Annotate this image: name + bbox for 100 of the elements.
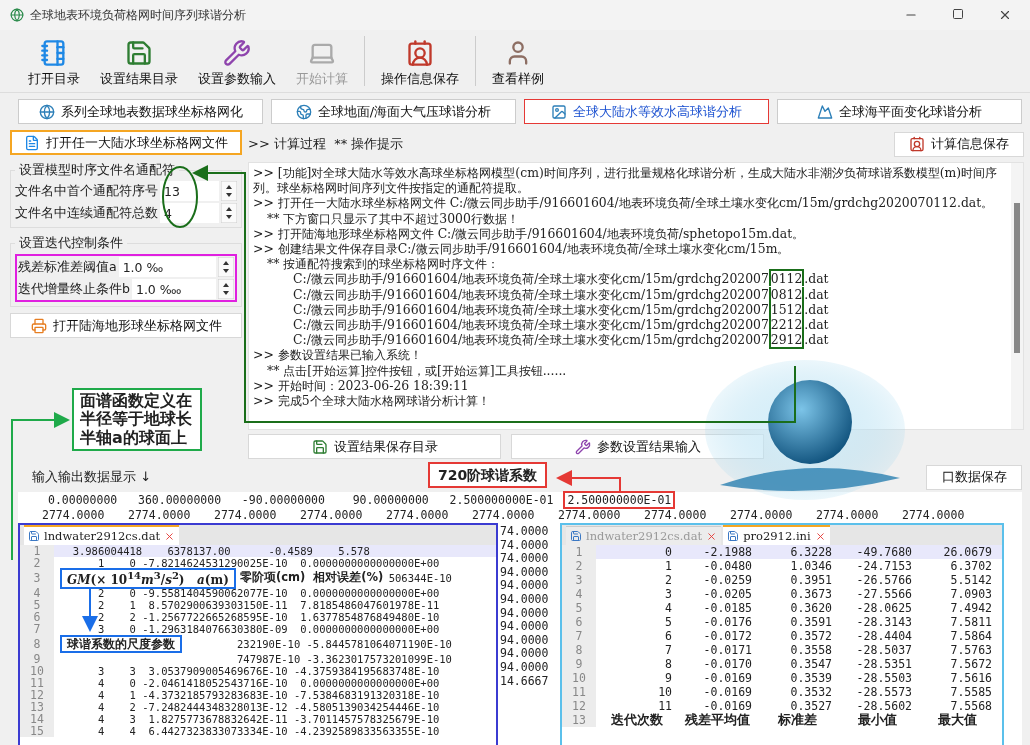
table-cell-text: 2 bbox=[664, 573, 673, 587]
id-card-icon bbox=[406, 39, 434, 67]
spin-button[interactable] bbox=[221, 203, 237, 223]
spin-button[interactable] bbox=[221, 181, 237, 201]
group-title: 设置迭代控制条件 bbox=[18, 234, 124, 252]
code-line: 4 3 1.8275773678832642E-11 -3.7011457578325679E-10 bbox=[96, 713, 440, 725]
log-line: >> 完成5个全球大陆水格网球谐分析计算！ bbox=[253, 393, 491, 409]
scrollbar[interactable] bbox=[1011, 163, 1023, 429]
spin-field[interactable]: 1.0 ‰ bbox=[118, 257, 216, 277]
toolbar-button[interactable]: 设置参数输入 bbox=[190, 32, 284, 90]
notebook-icon bbox=[40, 39, 68, 67]
spin-button[interactable] bbox=[218, 279, 234, 299]
panel-button[interactable]: 设置结果保存目录 bbox=[248, 434, 501, 459]
line-number: 1 bbox=[562, 545, 596, 559]
code-line: 4 1 -4.3732185793283683E-10 -7.5384683191320318E-10 bbox=[96, 689, 440, 701]
table-cell-text: -0.0170 bbox=[702, 657, 753, 671]
code-line: 2 0 -9.5581404590062077E-10 0.0000000000000000E+00 bbox=[96, 587, 440, 599]
code-line: 747987E-10 -3.3623017573201099E-10 bbox=[237, 653, 452, 665]
printer-icon bbox=[30, 317, 47, 334]
earth-icon bbox=[295, 103, 312, 120]
table-cell-text: -0.0169 bbox=[702, 699, 753, 713]
data-value: 2774.0000 bbox=[472, 508, 536, 523]
table-cell-text: -2.1988 bbox=[702, 545, 753, 559]
table-cell-text: 0.3532 bbox=[789, 685, 833, 699]
line-number: 10 bbox=[562, 671, 596, 685]
line-number: 9 bbox=[20, 653, 54, 665]
spin-button[interactable] bbox=[218, 257, 234, 277]
line-number: 15 bbox=[20, 725, 54, 737]
close-icon[interactable] bbox=[164, 530, 176, 542]
line-number: 12 bbox=[20, 689, 54, 701]
line-number: 9 bbox=[562, 657, 596, 671]
table-cell-text: 7.5763 bbox=[949, 643, 993, 657]
toolbar-button[interactable]: 查看样例 bbox=[484, 32, 552, 90]
data-value: 74.0000 bbox=[500, 538, 550, 553]
line-number: 7 bbox=[562, 629, 596, 643]
log-line: >> 参数设置结果已输入系统！ bbox=[253, 347, 423, 363]
annotation-label: 零阶项(cm) 相对误差(%) bbox=[239, 572, 384, 584]
data-value: 2774.0000 bbox=[644, 508, 708, 523]
table-cell-text: 0.3547 bbox=[789, 657, 833, 671]
table-cell-text: 0.3591 bbox=[789, 615, 833, 629]
table-cell-text: -28.5573 bbox=[855, 685, 913, 699]
table-cell-text: 1.0346 bbox=[789, 559, 833, 573]
table-cell-text: 7.0903 bbox=[949, 587, 993, 601]
data-value: 2774.0000 bbox=[300, 508, 364, 523]
line-number: 8 bbox=[20, 635, 54, 653]
data-value: 2774.0000 bbox=[730, 508, 794, 523]
annotation-label: 球谐系数的尺度参数 bbox=[60, 635, 182, 653]
log-line: C:/微云同步助手/916601604/地表环境负荷/全球土壤水变化cm/15m/grdchg202007 0812 .dat bbox=[292, 286, 830, 302]
log-heading: >> 计算过程 ** 操作提示 bbox=[248, 135, 404, 153]
data-value: 94.0000 bbox=[500, 606, 550, 621]
line-number: 7 bbox=[20, 623, 54, 635]
column-caption: 标准差 bbox=[776, 711, 818, 729]
close-icon[interactable] bbox=[998, 8, 1012, 22]
save-log-button[interactable]: 计算信息保存 bbox=[894, 131, 1024, 157]
annotation-label: GM(× 10$^{14}$m$^{3}$/s$^{2}$) a(m) bbox=[60, 567, 236, 589]
close-icon[interactable] bbox=[814, 530, 826, 542]
table-cell-text: 5 bbox=[664, 615, 673, 629]
editor-tab[interactable]: lndwater2912cs.dat bbox=[24, 525, 180, 545]
table-cell-text: -28.5037 bbox=[855, 643, 913, 657]
mountain-icon bbox=[817, 103, 833, 120]
line-number: 6 bbox=[20, 611, 54, 623]
data-value: 94.0000 bbox=[500, 660, 550, 675]
tab[interactable]: 系列全球地表数据球坐标格网化 bbox=[18, 99, 263, 124]
table-cell-text: 7.5672 bbox=[949, 657, 993, 671]
table-cell-text: -24.7153 bbox=[855, 559, 913, 573]
table-cell-text: 7.5585 bbox=[949, 685, 993, 699]
data-value: 2774.0000 bbox=[816, 508, 880, 523]
table-cell-text: 0.3572 bbox=[789, 629, 833, 643]
save-data-button[interactable]: 口数据保存 bbox=[926, 464, 1022, 490]
line-number: 8 bbox=[562, 643, 596, 657]
spin-field[interactable]: 1.0 ‱ bbox=[131, 279, 216, 299]
tab[interactable]: 全球地面/海面大气压球谐分析 bbox=[271, 99, 516, 124]
table-cell-text: -0.0171 bbox=[702, 643, 753, 657]
table-cell-text: -0.0205 bbox=[702, 587, 753, 601]
line-number: 11 bbox=[20, 677, 54, 689]
open-file-button[interactable]: 打开任一大陆水球坐标格网文件 bbox=[10, 130, 242, 155]
toolbar-button[interactable]: 打开目录 bbox=[20, 32, 88, 90]
toolbar-button[interactable]: 设置结果目录 bbox=[92, 32, 186, 90]
maximize-icon[interactable] bbox=[952, 8, 964, 20]
line-number: 6 bbox=[562, 615, 596, 629]
column-caption: 迭代次数 bbox=[610, 711, 664, 729]
boxed-value: 2.500000000E-01 bbox=[563, 491, 676, 509]
field-label: 迭代增量终止条件b bbox=[18, 280, 130, 298]
data-value: 94.0000 bbox=[500, 633, 550, 648]
line-number: 3 bbox=[20, 569, 54, 587]
table-cell-text: -28.5503 bbox=[855, 671, 913, 685]
editor-tab[interactable]: pro2912.ini bbox=[723, 525, 830, 545]
spin-field[interactable]: 13 bbox=[160, 181, 219, 201]
table-cell-text: 7 bbox=[664, 643, 673, 657]
toolbar-button[interactable]: 操作信息保存 bbox=[373, 32, 467, 90]
tab[interactable]: 全球大陆水等效水高球谐分析 bbox=[524, 99, 769, 124]
tab[interactable]: 全球海平面变化球谐分析 bbox=[777, 99, 1022, 124]
table-cell-text: -0.0176 bbox=[702, 615, 753, 629]
code-line: 3 0 -1.2963184076630380E-09 0.0000000000000000E+00 bbox=[96, 623, 440, 635]
log-line: >> 开始时间：2023-06-26 18:39:11 bbox=[253, 377, 470, 394]
table-cell-text: 6.3228 bbox=[789, 545, 833, 559]
open-terrain-button[interactable]: 打开陆海地形球坐标格网文件 bbox=[10, 313, 242, 338]
table-cell-text: -28.5602 bbox=[855, 699, 913, 713]
code-line: 4 4 6.4427323833073334E-10 -4.2392589833563355E-10 bbox=[96, 725, 440, 737]
data-value: 2774.0000 bbox=[558, 508, 622, 523]
